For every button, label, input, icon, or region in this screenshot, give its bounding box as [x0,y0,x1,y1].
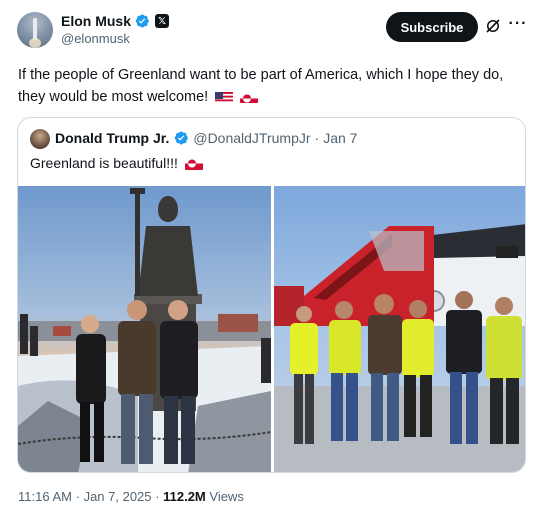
greenland-flag-icon [240,90,259,103]
post-card: Elon Musk 𝕏 @elonmusk Subscribe ··· If t… [0,0,539,515]
subscribe-button[interactable]: Subscribe [386,12,478,42]
post-date[interactable]: Jan 7, 2025 [84,489,152,504]
author-avatar[interactable] [17,12,53,48]
verified-badge-icon [175,131,189,145]
author-name[interactable]: Elon Musk [61,13,131,29]
quoted-post-text-body: Greenland is beautiful!!! [30,155,178,171]
quoted-author-row: Donald Trump Jr. @DonaldJTrumpJr · Jan 7 [55,130,357,146]
views-count: 112.2M [163,489,206,504]
us-flag-icon [215,90,234,103]
quoted-media-grid [18,186,525,472]
quoted-post-date[interactable]: Jan 7 [323,130,357,146]
quoted-meta-separator: · [314,130,320,146]
meta-separator: · [155,489,160,504]
greenland-flag-icon [184,157,203,170]
quoted-author-name[interactable]: Donald Trump Jr. [55,130,169,146]
post-time[interactable]: 11:16 AM [18,489,72,504]
quoted-post[interactable]: Donald Trump Jr. @DonaldJTrumpJr · Jan 7… [17,117,526,473]
quoted-author-avatar[interactable] [30,129,50,149]
quoted-author-handle[interactable]: @DonaldJTrumpJr [193,130,310,146]
photo-statue-group[interactable] [18,186,271,472]
grok-icon[interactable] [484,17,502,35]
author-name-row: Elon Musk 𝕏 [61,13,170,29]
post-text: If the people of Greenland want to be pa… [18,64,528,108]
views-label: Views [209,489,244,504]
quoted-post-text: Greenland is beautiful!!! [30,155,203,171]
more-options-icon[interactable]: ··· [508,14,528,34]
photo-crew-plane[interactable] [274,186,525,472]
verified-badge-icon [135,14,149,28]
meta-separator: · [75,489,80,504]
x-logo-icon: 𝕏 [155,14,170,28]
post-meta: 11:16 AM · Jan 7, 2025 · 112.2M Views [18,489,244,504]
author-handle[interactable]: @elonmusk [61,31,130,46]
post-text-body: If the people of Greenland want to be pa… [18,67,504,105]
